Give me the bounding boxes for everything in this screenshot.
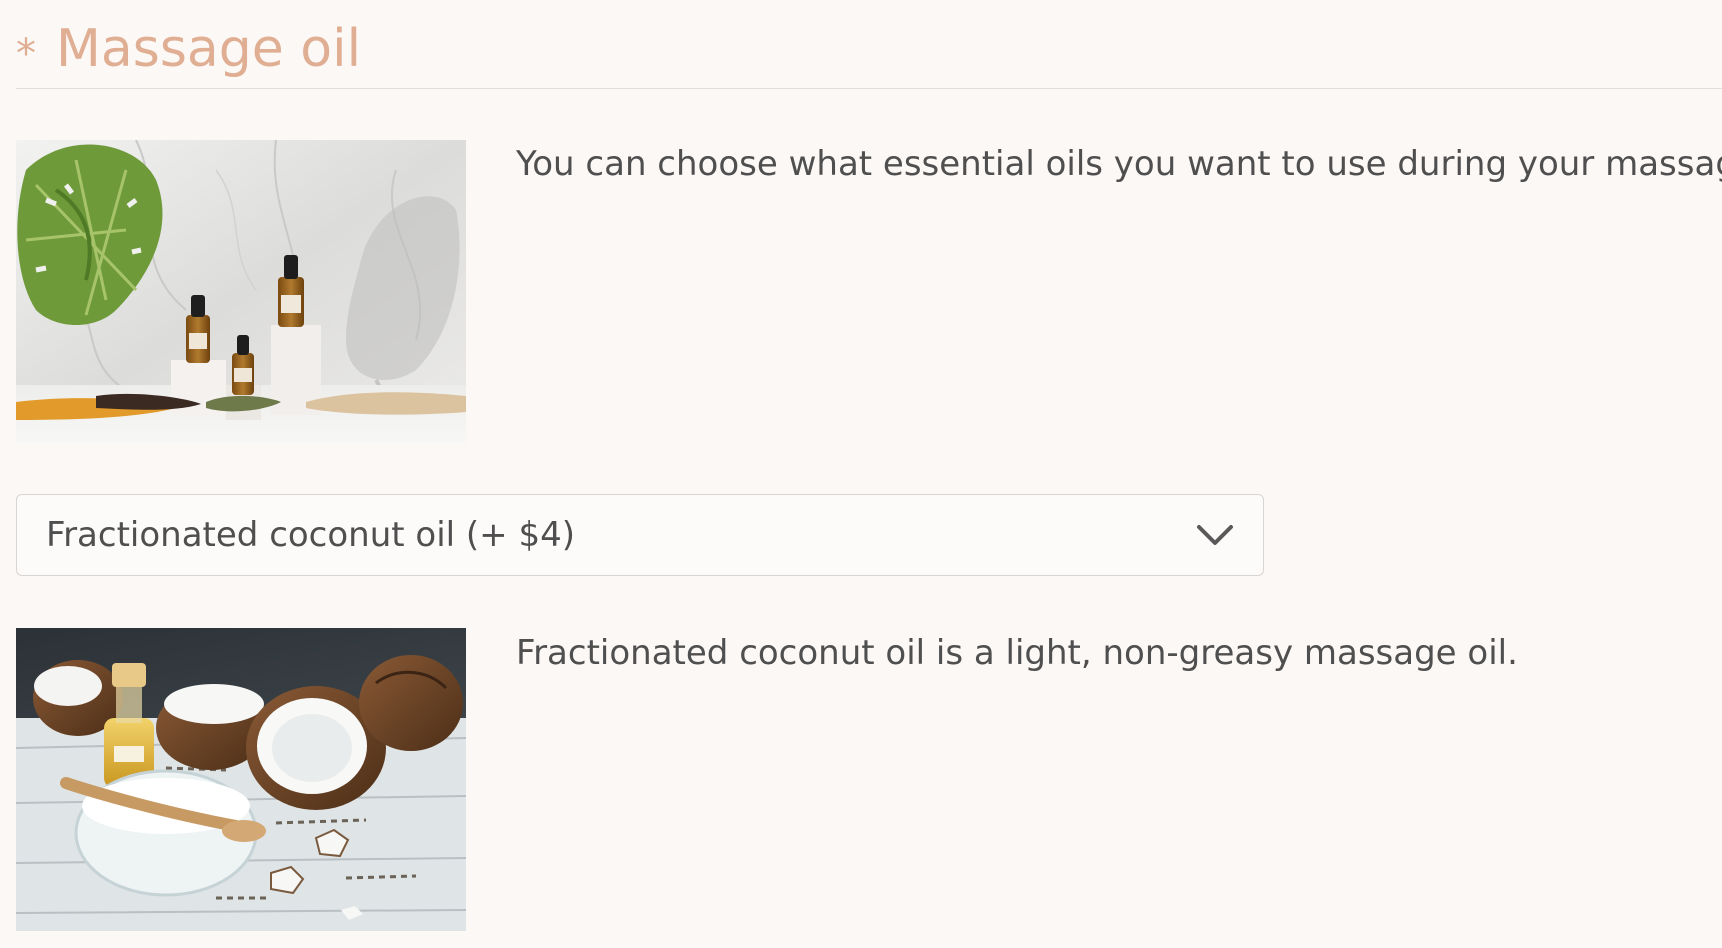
selected-oil-value: Fractionated coconut oil (+ $4) bbox=[46, 515, 576, 555]
coconut-oil-image bbox=[16, 628, 466, 931]
essential-oils-image bbox=[16, 140, 466, 443]
massage-oil-section: * Massage oil You can choose what essent… bbox=[0, 0, 1722, 948]
oil-intro-text: You can choose what essential oils you w… bbox=[516, 144, 1722, 184]
massage-oil-select[interactable]: Fractionated coconut oil (+ $4) bbox=[16, 494, 1264, 576]
selected-oil-description: Fractionated coconut oil is a light, non… bbox=[516, 633, 1518, 673]
section-header: * Massage oil bbox=[16, 14, 1722, 89]
section-title: Massage oil bbox=[56, 19, 362, 79]
chevron-down-icon bbox=[1197, 525, 1233, 545]
required-marker: * bbox=[16, 31, 36, 77]
